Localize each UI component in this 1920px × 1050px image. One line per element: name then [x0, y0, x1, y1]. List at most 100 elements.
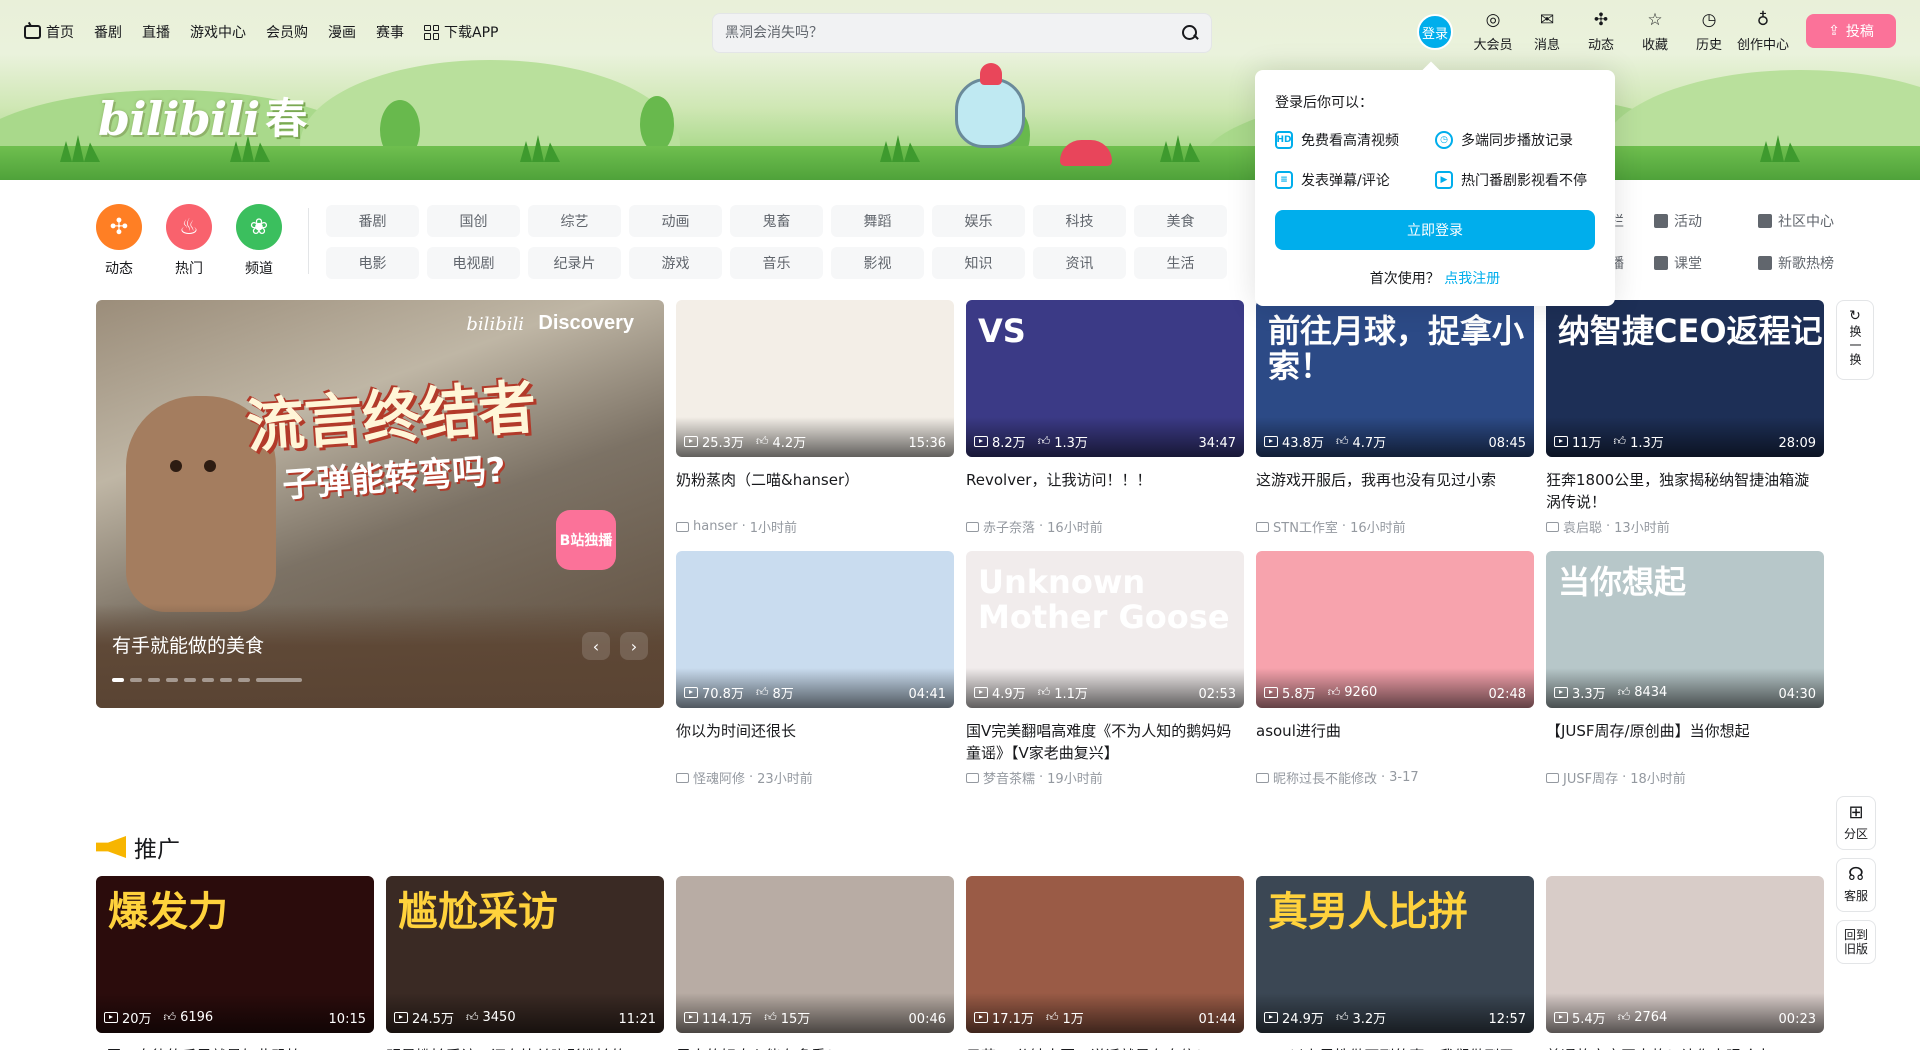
category-item[interactable]: 影视 [831, 247, 924, 279]
category-item[interactable]: 美食 [1134, 205, 1227, 237]
promo-card[interactable]: 爆发力 20万 👍︎6196 10:15 C罗：自律的后果就是如此恐怖 [96, 876, 374, 1050]
category-item[interactable]: 知识 [932, 247, 1025, 279]
video-thumbnail[interactable]: VS 8.2万 👍︎ 1.3万 34:47 [966, 300, 1244, 457]
video-thumbnail[interactable]: 5.8万 👍︎ 9260 02:48 [1256, 551, 1534, 708]
search-input[interactable] [725, 25, 1181, 41]
video-author[interactable]: 梦音茶糯 [983, 768, 1035, 787]
carousel-next-button[interactable]: › [620, 632, 648, 660]
carousel-dot[interactable] [112, 678, 124, 682]
video-title[interactable]: 这游戏开服后，我再也没有见过小索 [1256, 469, 1534, 513]
nav-message[interactable]: ✉ 消息 [1520, 10, 1574, 53]
promo-title-text[interactable]: 明星尴尬采访，还有比关晓彤尴尬的 [386, 1045, 664, 1050]
nav-favorite[interactable]: ☆ 收藏 [1628, 10, 1682, 53]
refresh-button[interactable]: ↻ 换一换 [1836, 300, 1874, 380]
category-item[interactable]: 生活 [1134, 247, 1227, 279]
nav-esports[interactable]: 赛事 [376, 22, 404, 42]
promo-card[interactable]: 真男人比拼 24.9万 👍︎3.2万 12:57 95%以上男性做不到的事，我们做到了 [1256, 876, 1534, 1050]
upload-button[interactable]: ⇪ 投稿 [1806, 14, 1896, 48]
nav-vip[interactable]: ◎ 大会员 [1466, 10, 1520, 53]
video-author[interactable]: 赤子奈落 [983, 517, 1035, 536]
video-title[interactable]: asoul进行曲 [1256, 720, 1534, 764]
video-author[interactable]: 昵称过長不能修改 [1273, 768, 1377, 787]
video-title[interactable]: 【JUSF周存/原创曲】当你想起 [1546, 720, 1824, 764]
carousel-dot[interactable] [202, 678, 214, 682]
side-link-classroom[interactable]: 课堂 [1654, 247, 1742, 279]
category-item[interactable]: 电影 [326, 247, 419, 279]
category-item[interactable]: 资讯 [1033, 247, 1126, 279]
promo-thumbnail[interactable]: 爆发力 20万 👍︎ 6196 10:15 [96, 876, 374, 1033]
promo-card[interactable]: 114.1万 👍︎15万 00:46 男人的好奇心能有多重！ [676, 876, 954, 1050]
nav-creator[interactable]: ♁ 创作中心 [1736, 10, 1790, 53]
promo-card[interactable]: 17.1万 👍︎1万 01:44 只花20分钟大哥，说话就是有自信！ [966, 876, 1244, 1050]
category-item[interactable]: 科技 [1033, 205, 1126, 237]
video-author[interactable]: JUSF周存 [1563, 768, 1618, 787]
carousel-dot[interactable] [130, 678, 142, 682]
video-card[interactable]: 70.8万 👍︎ 8万 04:41 你以为时间还很长 怪魂阿修 · 23小时前 [676, 551, 954, 787]
carousel-prev-button[interactable]: ‹ [582, 632, 610, 660]
promo-title-text[interactable]: 95%以上男性做不到的事，我们做到了 [1256, 1045, 1534, 1050]
category-item[interactable]: 舞蹈 [831, 205, 924, 237]
nav-anime[interactable]: 番剧 [94, 22, 122, 42]
service-float-button[interactable]: ☊ 客服 [1836, 858, 1876, 912]
carousel-dot[interactable] [148, 678, 160, 682]
nav-manga[interactable]: 漫画 [328, 22, 356, 42]
video-thumbnail[interactable]: 当你想起 3.3万 👍︎ 8434 04:30 [1546, 551, 1824, 708]
promo-title-text[interactable]: C罗：自律的后果就是如此恐怖 [96, 1045, 374, 1050]
nav-game-center[interactable]: 游戏中心 [190, 22, 246, 42]
video-card[interactable]: VS 8.2万 👍︎ 1.3万 34:47 Revolver，让我访问！！！ 赤子奈落 · 16… [966, 300, 1244, 536]
video-title[interactable]: Revolver，让我访问！！！ [966, 469, 1244, 513]
old-version-button[interactable]: 回到旧版 [1836, 920, 1876, 964]
video-title[interactable]: 国V完美翻唱高难度《不为人知的鹅妈妈童谣》【V家老曲复兴】 [966, 720, 1244, 764]
promo-title-text[interactable]: 普通妆容变开水妆！让你中眼哈虫 [1546, 1045, 1824, 1050]
promo-title-text[interactable]: 男人的好奇心能有多重！ [676, 1045, 954, 1050]
video-thumbnail[interactable]: 70.8万 👍︎ 8万 04:41 [676, 551, 954, 708]
promo-thumbnail[interactable]: 17.1万 👍︎ 1万 01:44 [966, 876, 1244, 1033]
carousel-dot[interactable] [166, 678, 178, 682]
hero-carousel[interactable]: bilibili Discovery 流言终结者 子弹能转弯吗? B站独播 有手… [96, 300, 664, 708]
carousel-dot[interactable] [184, 678, 196, 682]
channel-hot[interactable]: ♨ 热门 [166, 204, 212, 278]
video-author[interactable]: 怪魂阿修 [693, 768, 745, 787]
category-item[interactable]: 综艺 [528, 205, 621, 237]
register-link[interactable]: 点我注册 [1444, 271, 1500, 287]
nav-history[interactable]: ◷ 历史 [1682, 10, 1736, 53]
carousel-dot[interactable] [256, 678, 302, 682]
promo-thumbnail[interactable]: 5.4万 👍︎ 2764 00:23 [1546, 876, 1824, 1033]
promo-thumbnail[interactable]: 真男人比拼 24.9万 👍︎ 3.2万 12:57 [1256, 876, 1534, 1033]
nav-mall[interactable]: 会员购 [266, 22, 308, 42]
nav-download-app[interactable]: 下载APP [424, 22, 498, 42]
category-item[interactable]: 音乐 [730, 247, 823, 279]
video-card[interactable]: 25.3万 👍︎ 4.2万 15:36 奶粉蒸肉（二喵&hanser） hanser · 1小… [676, 300, 954, 536]
video-title[interactable]: 奶粉蒸肉（二喵&hanser） [676, 469, 954, 513]
category-item[interactable]: 游戏 [629, 247, 722, 279]
category-item[interactable]: 动画 [629, 205, 722, 237]
video-thumbnail[interactable]: 25.3万 👍︎ 4.2万 15:36 [676, 300, 954, 457]
login-avatar-button[interactable]: 登录 [1417, 14, 1453, 50]
carousel-caption[interactable]: 有手就能做的美食 [112, 631, 264, 658]
video-thumbnail[interactable]: 前往月球，捉拿小索！ 43.8万 👍︎ 4.7万 08:45 [1256, 300, 1534, 457]
video-author[interactable]: 袁启聪 [1563, 517, 1602, 536]
carousel-dot[interactable] [220, 678, 232, 682]
video-title[interactable]: 狂奔1800公里，独家揭秘纳智捷油箱漩涡传说！ [1546, 469, 1824, 513]
category-item[interactable]: 电视剧 [427, 247, 520, 279]
promo-thumbnail[interactable]: 114.1万 👍︎ 15万 00:46 [676, 876, 954, 1033]
bilibili-logo[interactable]: bilibili 春 [98, 92, 307, 146]
carousel-dot[interactable] [238, 678, 250, 682]
nav-dynamic[interactable]: ✣ 动态 [1574, 10, 1628, 53]
login-now-button[interactable]: 立即登录 [1275, 210, 1595, 250]
promo-card[interactable]: 尴尬采访 24.5万 👍︎3450 11:21 明星尴尬采访，还有比关晓彤尴尬的 [386, 876, 664, 1050]
side-link-activity[interactable]: 活动 [1654, 205, 1742, 237]
search-icon[interactable] [1181, 24, 1199, 42]
side-link-community[interactable]: 社区中心 [1758, 205, 1854, 237]
video-author[interactable]: STN工作室 [1273, 517, 1338, 536]
category-item[interactable]: 娱乐 [932, 205, 1025, 237]
channel-channels[interactable]: ❀ 频道 [236, 204, 282, 278]
promo-card[interactable]: 5.4万 👍︎2764 00:23 普通妆容变开水妆！让你中眼哈虫 [1546, 876, 1824, 1050]
category-item[interactable]: 国创 [427, 205, 520, 237]
video-card[interactable]: 前往月球，捉拿小索！ 43.8万 👍︎ 4.7万 08:45 这游戏开服后，我再也没有见过… [1256, 300, 1534, 536]
video-card[interactable]: Unknown Mother Goose 4.9万 👍︎ 1.1万 02:53 国V完美翻… [966, 551, 1244, 787]
video-author[interactable]: hanser [693, 519, 738, 534]
side-link-music[interactable]: 新歌热榜 [1758, 247, 1854, 279]
category-item[interactable]: 番剧 [326, 205, 419, 237]
category-item[interactable]: 纪录片 [528, 247, 621, 279]
